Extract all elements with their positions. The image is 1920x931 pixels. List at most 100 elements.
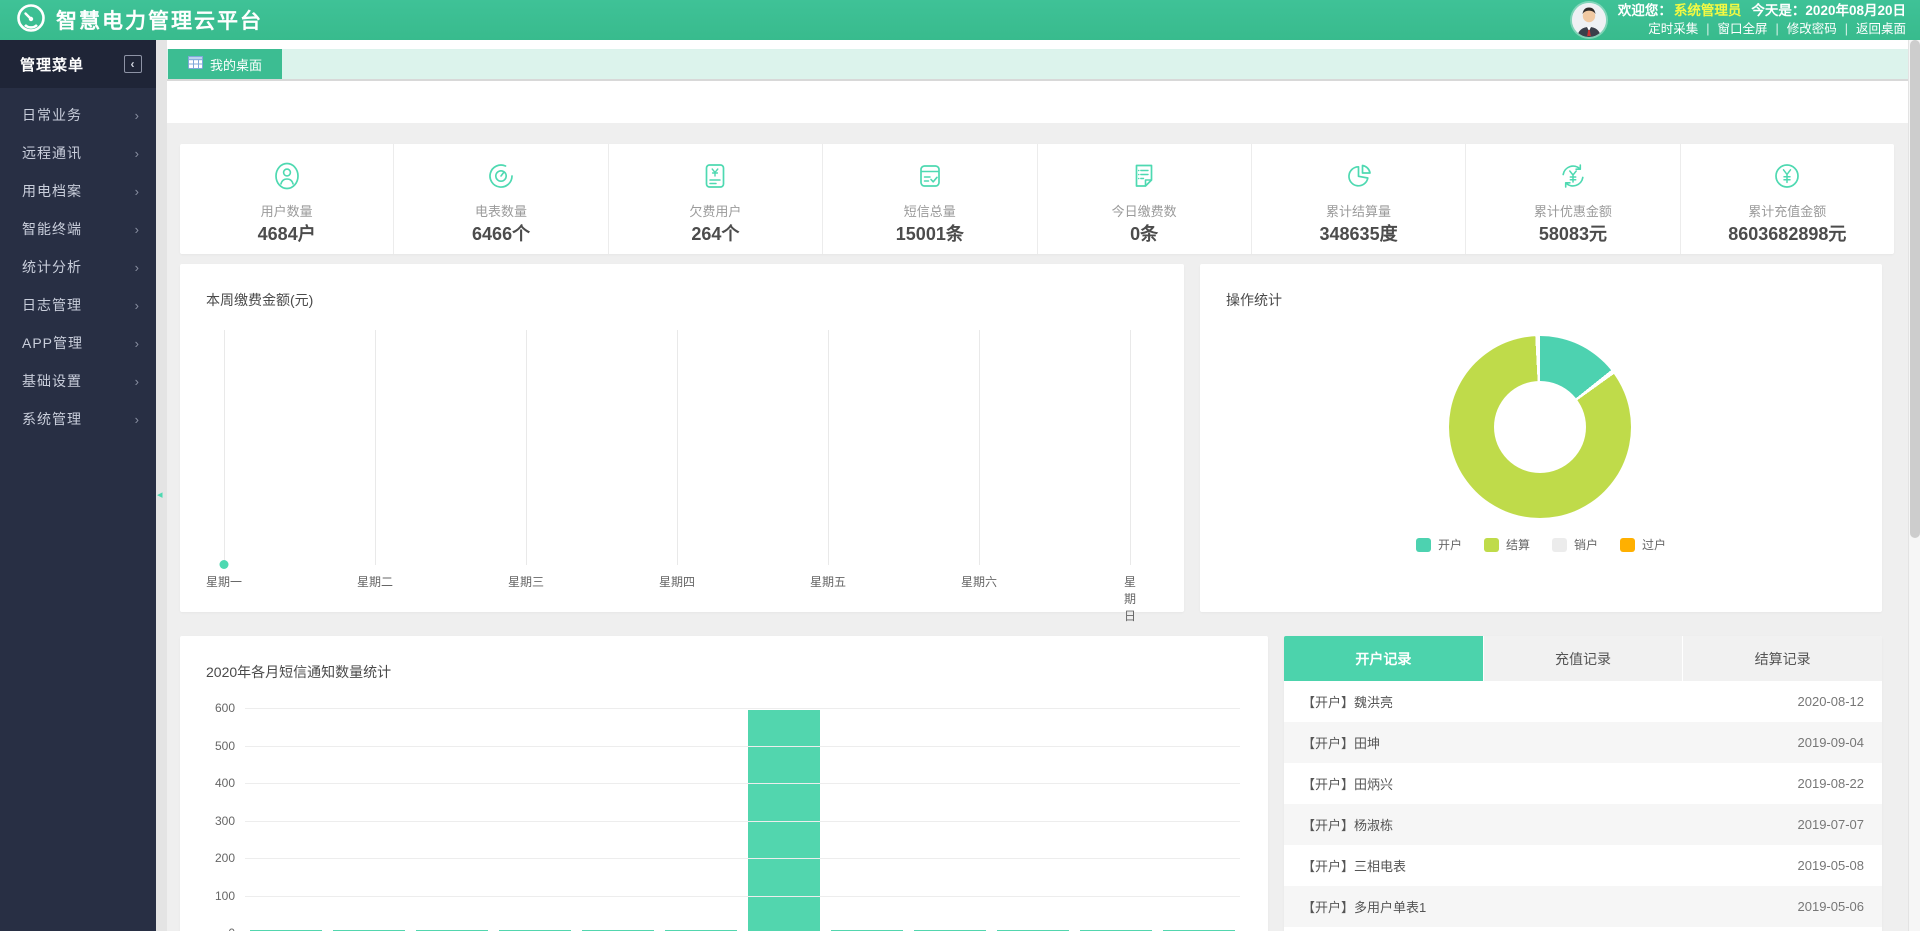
sms-icon <box>912 158 948 194</box>
record-name: 【开户】魏洪亮 <box>1302 692 1393 711</box>
stat-value: 6466个 <box>472 223 530 245</box>
x-axis-label: 星期三 <box>508 573 544 590</box>
chevron-right-icon: › <box>135 146 140 161</box>
scrollbar-thumb[interactable] <box>1910 40 1920 538</box>
sidebar-item-label: 统计分析 <box>22 257 82 277</box>
chart-gridline <box>375 330 376 565</box>
bar-slot-8月 <box>825 708 908 931</box>
records-tab-结算记录[interactable]: 结算记录 <box>1683 636 1882 681</box>
records-card: 开户记录充值记录结算记录 【开户】魏洪亮 2020-08-12 【开户】田坤2019… <box>1284 636 1882 931</box>
data-point-星期一[interactable] <box>220 560 229 569</box>
stat-label: 用户数量 <box>261 201 313 220</box>
legend-label: 开户 <box>1438 536 1462 553</box>
record-date: 2019-08-22 <box>1798 776 1865 791</box>
stat-累计结算量: 累计结算量348635度 <box>1252 144 1466 254</box>
stat-label: 累计优惠金额 <box>1534 201 1612 220</box>
legend-label: 结算 <box>1506 536 1530 553</box>
chart-gridline <box>245 708 1240 709</box>
bar-slot-6月 <box>660 708 743 931</box>
sidebar-collapse-button[interactable]: ‹ <box>124 55 142 73</box>
stat-value: 15001条 <box>896 223 964 245</box>
edge-collapse-icon: ◂ <box>157 488 163 501</box>
link-separator: | <box>1775 20 1778 38</box>
record-name: 【开户】杨淑栋 <box>1302 815 1393 834</box>
brand: 智慧电力管理云平台 <box>16 3 263 38</box>
y-axis-label: 400 <box>185 776 235 790</box>
chevron-right-icon: › <box>135 108 140 123</box>
sidebar-item-label: 日常业务 <box>22 105 82 125</box>
chevron-right-icon: › <box>135 374 140 389</box>
record-row[interactable]: 【开户】田炳兴2019-08-22 <box>1284 763 1882 804</box>
header-quick-links: 定时采集|窗口全屏|修改密码|返回桌面 <box>1648 20 1906 38</box>
chart-gridline <box>526 330 527 565</box>
chart-gridline <box>1130 330 1131 565</box>
header-link-4[interactable]: 返回桌面 <box>1856 20 1906 38</box>
stats-summary-card: 用户数量4684户电表数量6466个欠费用户264个短信总量15001条今日缴费… <box>180 144 1894 254</box>
welcome-line: 欢迎您：系统管理员今天是：2020年08月20日 <box>1618 2 1906 20</box>
stat-label: 欠费用户 <box>689 201 741 220</box>
operation-stats-card: 操作统计 开户结算销户过户 <box>1200 264 1882 612</box>
record-row[interactable]: 【开户】魏洪亮 2020-08-12 <box>1284 681 1882 722</box>
sidebar: 管理菜单 ‹ 日常业务›远程通讯›用电档案›智能终端›统计分析›日志管理›APP… <box>0 40 156 931</box>
sidebar-item-label: 智能终端 <box>22 219 82 239</box>
sidebar-item-远程通讯[interactable]: 远程通讯 › <box>0 134 156 172</box>
sidebar-edge-strip[interactable]: ◂ <box>156 40 167 931</box>
legend-label: 销户 <box>1574 536 1598 553</box>
bar-slot-7月 <box>743 708 826 931</box>
sidebar-item-统计分析[interactable]: 统计分析› <box>0 248 156 286</box>
header-link-2[interactable]: 窗口全屏 <box>1717 20 1767 38</box>
tab-my-desktop[interactable]: 我的桌面 <box>168 49 282 79</box>
vertical-scrollbar[interactable] <box>1908 40 1920 931</box>
legend-过户[interactable]: 过户 <box>1620 536 1666 553</box>
sidebar-item-基础设置[interactable]: 基础设置› <box>0 362 156 400</box>
x-axis-label: 星期日 <box>1124 573 1136 624</box>
stat-label: 电表数量 <box>475 201 527 220</box>
y-axis-label: 0 <box>185 926 235 931</box>
legend-swatch <box>1484 538 1499 552</box>
sidebar-item-APP管理[interactable]: APP管理› <box>0 324 156 362</box>
y-axis-label: 500 <box>185 739 235 753</box>
record-row[interactable]: 【开户】三相电表2019-05-08 <box>1284 845 1882 886</box>
record-name: 【开户】三相电表 <box>1302 856 1406 875</box>
sidebar-item-系统管理[interactable]: 系统管理› <box>0 400 156 438</box>
sidebar-title: 管理菜单 <box>20 54 84 75</box>
username: 系统管理员 <box>1674 3 1742 18</box>
sidebar-item-用电档案[interactable]: 用电档案› <box>0 172 156 210</box>
avatar[interactable] <box>1572 3 1606 37</box>
record-row[interactable]: 【开户】多用户单表12019-05-06 <box>1284 886 1882 927</box>
sidebar-item-智能终端[interactable]: 智能终端› <box>0 210 156 248</box>
sidebar-item-日常业务[interactable]: 日常业务 › <box>0 96 156 134</box>
recharge-yuan-icon <box>1769 158 1805 194</box>
stat-label: 今日缴费数 <box>1112 201 1177 220</box>
stat-value: 0条 <box>1130 223 1158 245</box>
header-link-3[interactable]: 修改密码 <box>1787 20 1837 38</box>
y-axis-label: 300 <box>185 814 235 828</box>
records-tab-开户记录[interactable]: 开户记录 <box>1284 636 1484 681</box>
stat-label: 累计结算量 <box>1326 201 1391 220</box>
record-row[interactable]: 【开户】杨淑栋2019-07-07 <box>1284 804 1882 845</box>
stat-value: 4684户 <box>258 223 316 245</box>
monthly-sms-bar-chart <box>245 708 1240 931</box>
records-tab-充值记录[interactable]: 充值记录 <box>1484 636 1684 681</box>
gauge-logo-icon <box>16 3 46 38</box>
sidebar-item-label: 用电档案 <box>22 181 82 201</box>
pie-icon <box>1341 158 1377 194</box>
legend-开户[interactable]: 开户 <box>1416 536 1462 553</box>
sidebar-item-日志管理[interactable]: 日志管理› <box>0 286 156 324</box>
weekly-payment-chart-card: 本周缴费金额(元) 星期一星期二星期三星期四星期五星期六星期日 <box>180 264 1184 612</box>
sidebar-item-label: 远程通讯 <box>22 143 82 163</box>
legend-销户[interactable]: 销户 <box>1552 536 1598 553</box>
donut-legend: 开户 结算 销户 过户 <box>1200 536 1882 553</box>
bar-slot-5月 <box>577 708 660 931</box>
sidebar-menu: 日常业务›远程通讯›用电档案›智能终端›统计分析›日志管理›APP管理›基础设置… <box>0 96 156 438</box>
stat-value: 58083元 <box>1539 223 1607 245</box>
payment-doc-icon <box>1126 158 1162 194</box>
record-date: 2020-08-12 <box>1798 694 1865 709</box>
record-row[interactable]: 【开户】田坤2019-09-04 <box>1284 722 1882 763</box>
header-link-1[interactable]: 定时采集 <box>1648 20 1698 38</box>
legend-结算[interactable]: 结算 <box>1484 536 1530 553</box>
stat-用户数量: 用户数量 4684户 <box>180 144 394 254</box>
arrears-bill-icon <box>697 158 733 194</box>
tab-bar: 我的桌面 <box>167 49 1920 81</box>
app-title: 智慧电力管理云平台 <box>56 5 263 35</box>
